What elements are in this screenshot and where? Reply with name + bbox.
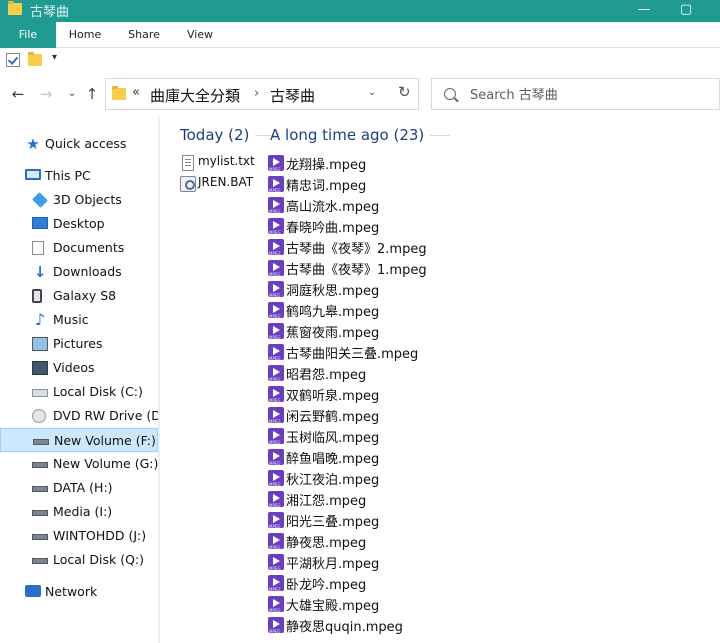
drive-icon [33, 439, 49, 445]
minimize-button[interactable]: — [626, 0, 662, 22]
nav-network[interactable]: Network [0, 580, 158, 604]
nav-data-h[interactable]: DATA (H:) [0, 476, 158, 500]
drive-icon [32, 462, 48, 468]
nav-local-disk-q[interactable]: Local Disk (Q:) [0, 548, 158, 572]
nav-wintohdd-j[interactable]: WINTOHDD (J:) [0, 524, 158, 548]
document-icon [32, 241, 44, 255]
back-button[interactable]: ← [8, 84, 28, 104]
nav-documents[interactable]: Documents [0, 236, 158, 260]
mpeg-file-icon [268, 197, 284, 214]
nav-downloads[interactable]: ↓ Downloads [0, 260, 158, 284]
nav-galaxy-s8[interactable]: Galaxy S8 [0, 284, 158, 308]
mpeg-file-icon [268, 407, 284, 424]
cube-icon [32, 192, 48, 208]
text-file-icon [182, 155, 194, 171]
address-bar[interactable]: « 曲庫大全分類 › 古琴曲 ⌄ ↻ [105, 78, 419, 110]
address-dropdown[interactable]: ⌄ [368, 87, 376, 98]
disk-icon [32, 389, 48, 397]
mpeg-file-icon [268, 239, 284, 256]
picture-icon [32, 337, 48, 351]
tab-home[interactable]: Home [58, 22, 112, 48]
nav-3d-objects[interactable]: 3D Objects [0, 188, 158, 212]
nav-media-i[interactable]: Media (I:) [0, 500, 158, 524]
forward-button[interactable]: → [36, 84, 56, 104]
maximize-button[interactable]: ▢ [668, 0, 704, 22]
nav-videos[interactable]: Videos [0, 356, 158, 380]
tab-file[interactable]: File [0, 22, 56, 48]
tab-share[interactable]: Share [116, 22, 172, 48]
mpeg-file-icon [268, 260, 284, 277]
new-folder-icon[interactable] [28, 52, 42, 66]
mpeg-file-icon [268, 218, 284, 235]
mpeg-file-icon [268, 302, 284, 319]
navigation-pane: ★ Quick access This PC 3D Objects Deskto… [0, 116, 165, 643]
mpeg-file-icon [268, 533, 284, 550]
mpeg-file-icon [268, 512, 284, 529]
video-icon [32, 361, 48, 375]
search-icon [444, 88, 456, 100]
window-title: 古琴曲 [30, 5, 70, 20]
mpeg-file-icon [268, 575, 284, 592]
recent-locations-button[interactable]: ⌄ [62, 84, 82, 104]
breadcrumb-item[interactable]: 古琴曲 [270, 85, 315, 106]
mpeg-file-icon [268, 155, 284, 172]
group-header-long-ago[interactable]: A long time ago (23) [270, 126, 451, 144]
ribbon-tabs: File Home Share View [0, 22, 720, 48]
customize-toolbar-dropdown[interactable]: ▾ [52, 52, 57, 63]
tab-view[interactable]: View [176, 22, 224, 48]
drive-icon [32, 486, 48, 492]
download-icon: ↓ [33, 263, 47, 281]
folder-icon [112, 86, 126, 100]
music-icon: ♪ [34, 310, 46, 329]
mpeg-file-icon [268, 617, 284, 634]
mpeg-file-icon [268, 365, 284, 382]
mpeg-file-icon [268, 428, 284, 445]
mpeg-file-icon [268, 554, 284, 571]
up-button[interactable]: ↑ [82, 84, 102, 104]
nav-new-volume-f[interactable]: New Volume (F:) [0, 428, 158, 452]
mpeg-file-icon [268, 449, 284, 466]
drive-icon [32, 510, 48, 516]
nav-music[interactable]: ♪ Music [0, 308, 158, 332]
file-list: Today (2) A long time ago (23) mylist.tx… [160, 116, 720, 643]
folder-icon [8, 1, 22, 15]
mpeg-file-icon [268, 470, 284, 487]
group-header-today[interactable]: Today (2) [180, 126, 276, 144]
batch-file-icon [180, 176, 196, 192]
navigation-row: ← → ⌄ ↑ « 曲庫大全分類 › 古琴曲 ⌄ ↻ [0, 72, 720, 116]
properties-check-icon[interactable] [6, 53, 20, 67]
nav-desktop[interactable]: Desktop [0, 212, 158, 236]
phone-icon [32, 289, 42, 303]
title-bar: 古琴曲 — ▢ [0, 0, 720, 22]
mpeg-file-icon [268, 596, 284, 613]
drive-icon [32, 534, 48, 540]
nav-dvd-drive-d[interactable]: DVD RW Drive (D: [0, 404, 165, 428]
network-icon [25, 585, 41, 597]
search-input[interactable] [470, 85, 710, 105]
computer-icon [25, 169, 41, 180]
mpeg-file-icon [268, 386, 284, 403]
desktop-icon [32, 217, 48, 229]
breadcrumb-item[interactable]: 曲庫大全分類 [150, 85, 240, 106]
refresh-button[interactable]: ↻ [398, 83, 411, 101]
breadcrumb-overflow[interactable]: « [132, 85, 140, 100]
nav-local-disk-c[interactable]: Local Disk (C:) [0, 380, 158, 404]
drive-icon [32, 558, 48, 564]
star-icon: ★ [26, 135, 40, 153]
breadcrumb-separator[interactable]: › [254, 86, 259, 101]
nav-this-pc[interactable]: This PC [0, 164, 158, 188]
nav-quick-access[interactable]: ★ Quick access [0, 132, 158, 156]
mpeg-file-icon [268, 281, 284, 298]
search-box[interactable] [431, 78, 720, 110]
mpeg-file-icon [268, 323, 284, 340]
quick-access-toolbar: ▾ [0, 49, 720, 71]
mpeg-file-icon [268, 491, 284, 508]
mpeg-file-icon [268, 344, 284, 361]
mpeg-file-icon [268, 176, 284, 193]
nav-pictures[interactable]: Pictures [0, 332, 158, 356]
nav-new-volume-g[interactable]: New Volume (G:) [0, 452, 158, 476]
dvd-icon [32, 409, 46, 423]
